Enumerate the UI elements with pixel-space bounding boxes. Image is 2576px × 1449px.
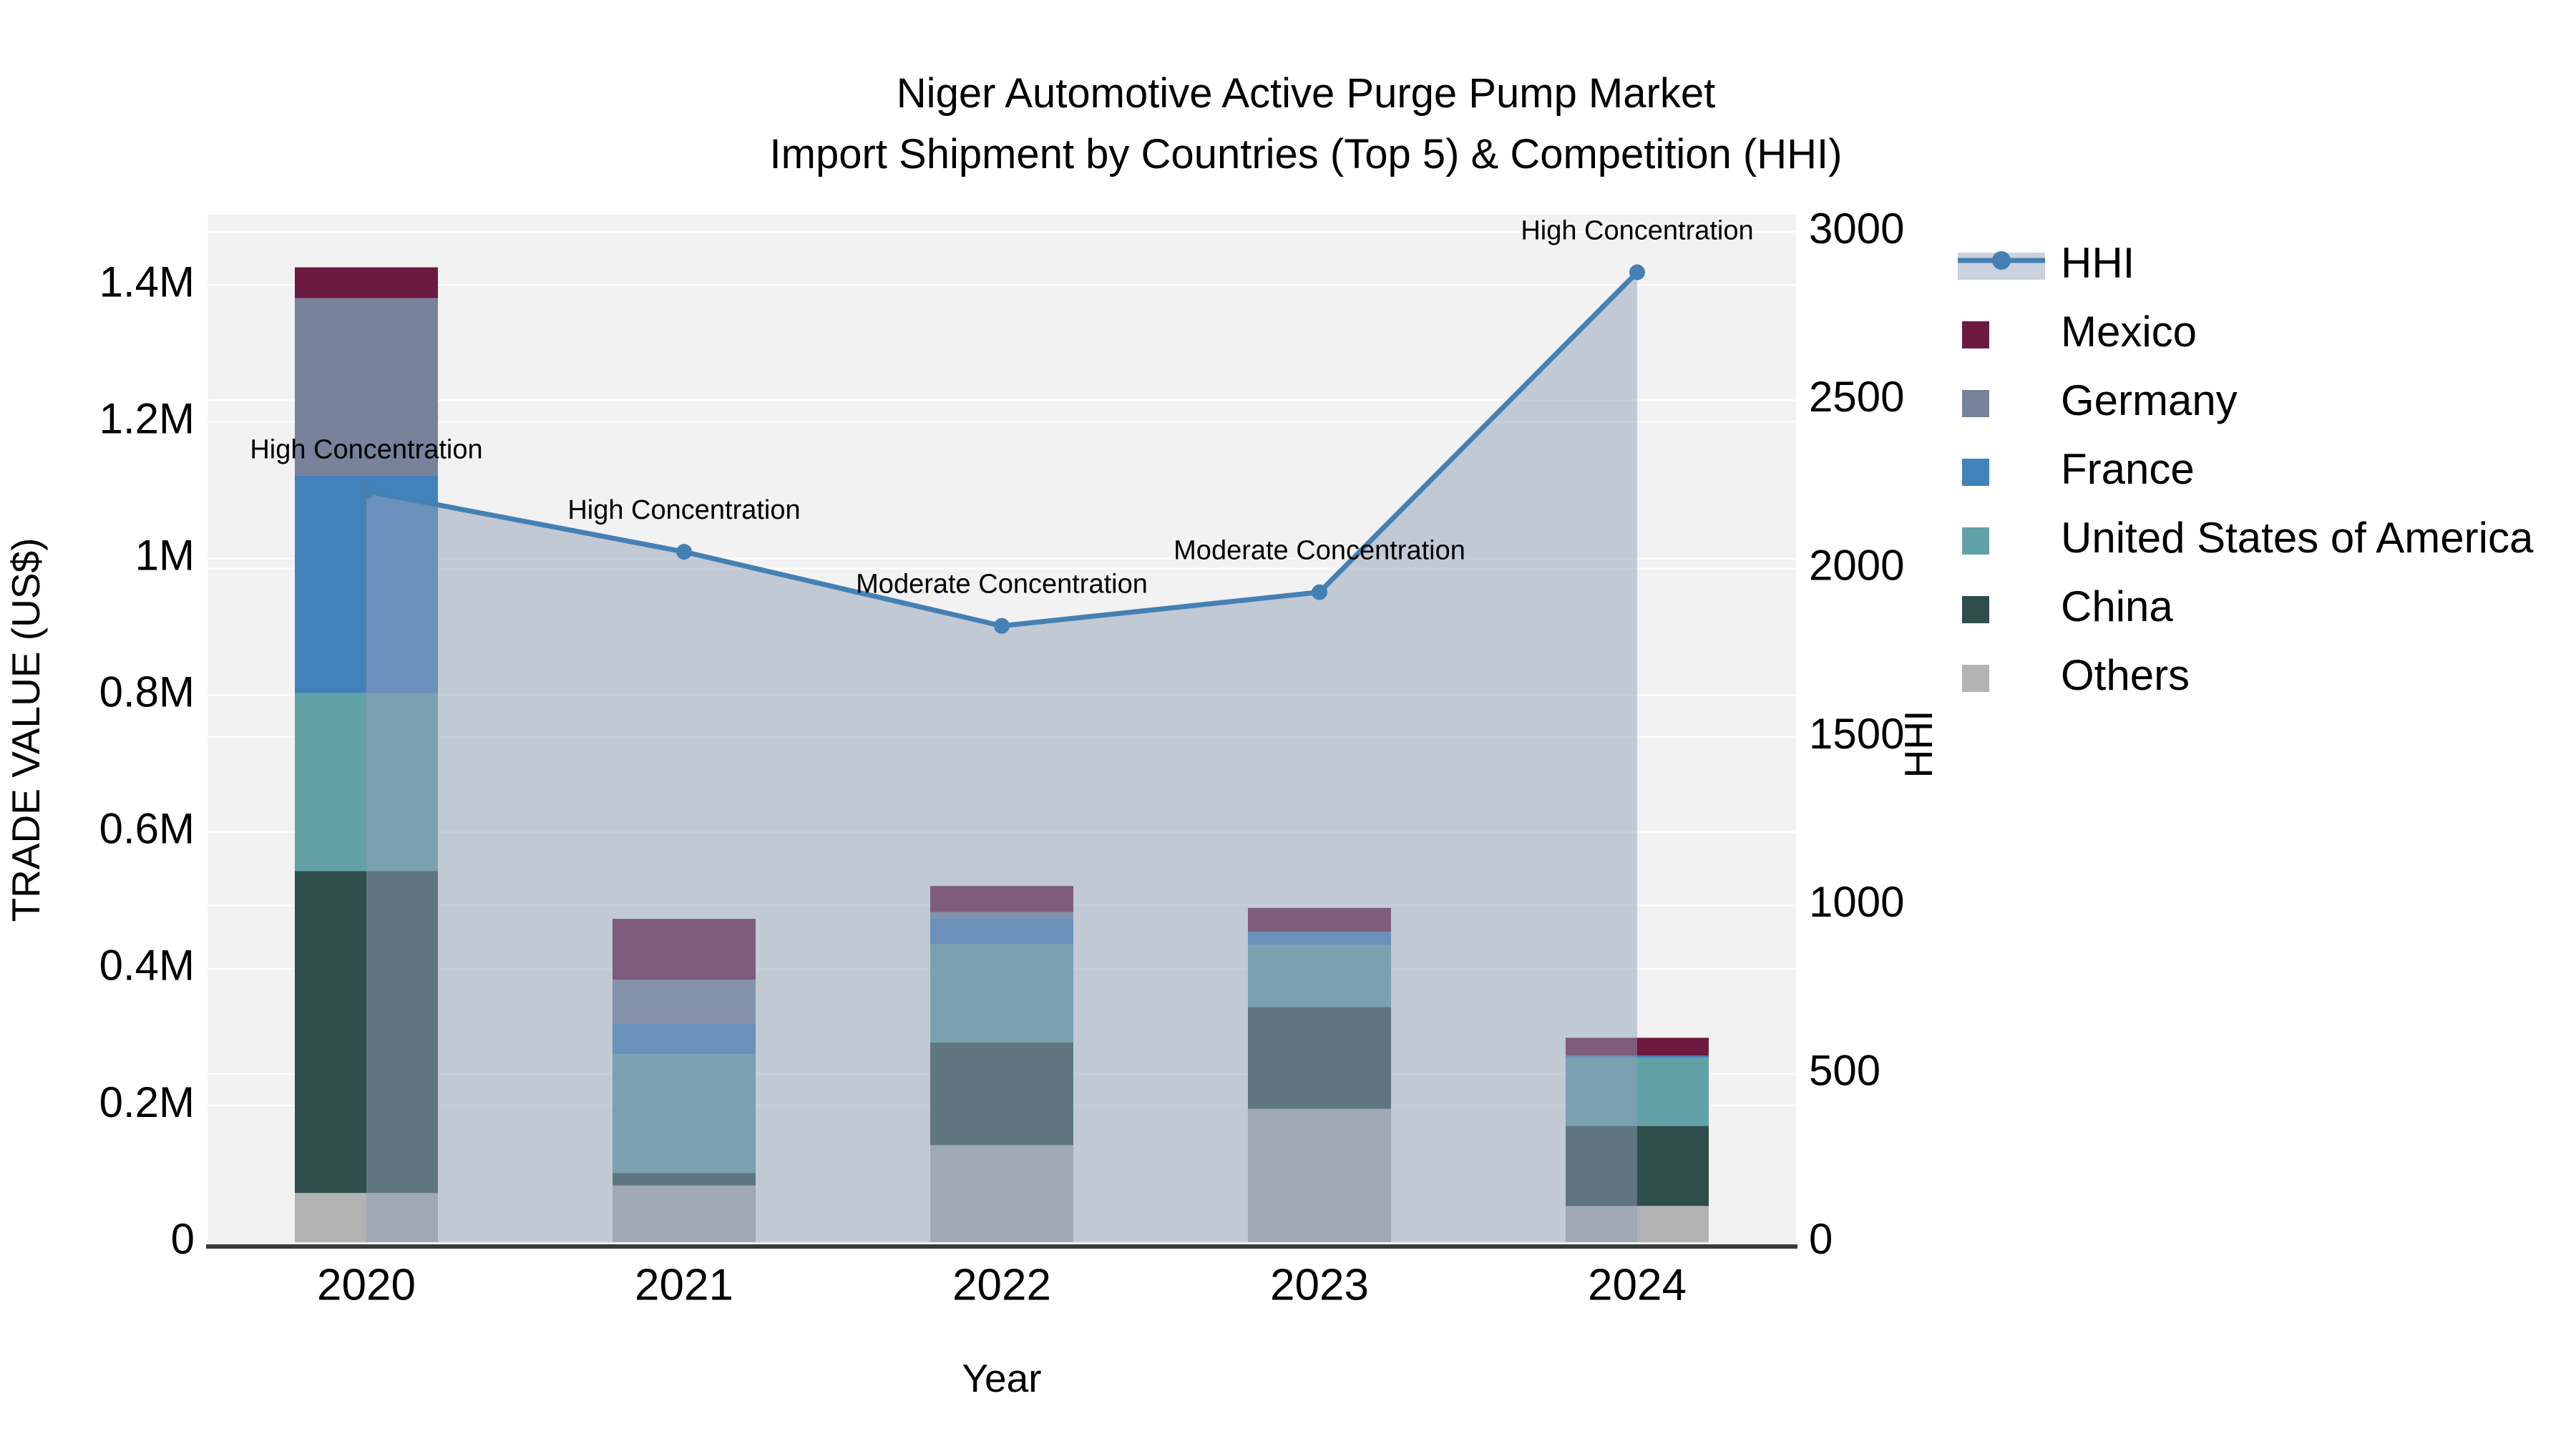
chart-subtitle: Import Shipment by Countries (Top 5) & C… xyxy=(770,131,1843,177)
y-right-tick-labels: 0 500 1000 1500 2000 2500 3000 xyxy=(1809,205,1904,1263)
y-left-axis-title: TRADE VALUE (US$) xyxy=(4,538,48,922)
legend-label: Mexico xyxy=(2061,308,2197,356)
annotation-2020: High Concentration xyxy=(250,434,482,464)
annotation-2021: High Concentration xyxy=(567,495,800,525)
x-tick-2024: 2024 xyxy=(1588,1260,1687,1309)
legend: HHI Mexico Germany France United States of A… xyxy=(1958,239,2534,699)
legend-swatch xyxy=(1962,596,1989,623)
legend-swatch xyxy=(1962,390,1989,417)
legend-label: United States of America xyxy=(2061,514,2534,562)
hhi-marker-2022[interactable] xyxy=(994,618,1010,634)
y-left-tick-labels: 0 0.2M 0.4M 0.6M 0.8M 1M 1.2M 1.4M xyxy=(99,258,195,1263)
legend-label: China xyxy=(2061,582,2173,630)
y-left-tick: 0.8M xyxy=(99,668,195,716)
x-tick-2022: 2022 xyxy=(952,1260,1051,1309)
legend-item-hhi[interactable]: HHI xyxy=(1958,239,2135,287)
legend-item-germany[interactable]: Germany xyxy=(1962,376,2238,424)
legend-item-others[interactable]: Others xyxy=(1962,651,2190,699)
y-right-tick: 2000 xyxy=(1809,542,1904,590)
y-left-tick: 0 xyxy=(171,1215,195,1263)
legend-label: Germany xyxy=(2061,376,2238,424)
x-axis-title: Year xyxy=(962,1356,1041,1400)
legend-label: France xyxy=(2061,445,2195,493)
legend-item-france[interactable]: France xyxy=(1962,445,2195,493)
legend-item-united-states-of-america[interactable]: United States of America xyxy=(1962,514,2534,562)
legend-label: HHI xyxy=(2061,239,2135,287)
annotation-2023: Moderate Concentration xyxy=(1174,536,1465,566)
y-left-tick: 1.2M xyxy=(99,394,195,442)
y-right-tick: 1500 xyxy=(1809,710,1904,758)
hhi-marker-2024[interactable] xyxy=(1629,264,1645,280)
chart-title: Niger Automotive Active Purge Pump Marke… xyxy=(897,70,1715,117)
legend-swatch xyxy=(1962,665,1989,692)
y-right-tick: 500 xyxy=(1809,1047,1880,1095)
legend-swatch xyxy=(1962,321,1989,348)
x-tick-2020: 2020 xyxy=(317,1260,416,1309)
y-right-axis-title: HHI xyxy=(1896,711,1941,779)
y-right-tick: 2500 xyxy=(1809,373,1904,421)
chart-canvas: High Concentration High Concentration Mode… xyxy=(4,70,2534,1400)
x-tick-2023: 2023 xyxy=(1270,1260,1369,1309)
annotation-2022: Moderate Concentration xyxy=(856,570,1148,600)
legend-label: Others xyxy=(2061,651,2190,699)
hhi-marker-2023[interactable] xyxy=(1312,584,1327,600)
hhi-marker-2020[interactable] xyxy=(358,483,374,499)
x-axis-line xyxy=(206,1244,1797,1249)
legend-swatch xyxy=(1962,527,1989,555)
chart-page: High Concentration High Concentration Mode… xyxy=(0,0,2576,1449)
y-right-tick: 1000 xyxy=(1809,878,1904,926)
y-right-tick: 0 xyxy=(1809,1215,1833,1263)
bar-segment-mexico[interactable] xyxy=(295,267,438,298)
y-left-tick: 0.6M xyxy=(99,805,195,853)
x-tick-2021: 2021 xyxy=(635,1260,733,1309)
legend-item-china[interactable]: China xyxy=(1962,582,2173,630)
y-left-tick: 0.4M xyxy=(99,942,195,990)
y-left-tick: 0.2M xyxy=(99,1078,195,1126)
legend-swatch xyxy=(1962,459,1989,486)
legend-hhi-marker-sample xyxy=(1992,251,2011,270)
legend-item-mexico[interactable]: Mexico xyxy=(1962,308,2197,356)
y-right-tick: 3000 xyxy=(1809,205,1904,253)
hhi-marker-2021[interactable] xyxy=(676,544,692,560)
y-left-tick: 1M xyxy=(135,531,195,579)
x-tick-labels: 2020 2021 2022 2023 2024 xyxy=(317,1260,1687,1309)
y-left-tick: 1.4M xyxy=(99,258,195,306)
annotation-2024: High Concentration xyxy=(1521,215,1753,245)
